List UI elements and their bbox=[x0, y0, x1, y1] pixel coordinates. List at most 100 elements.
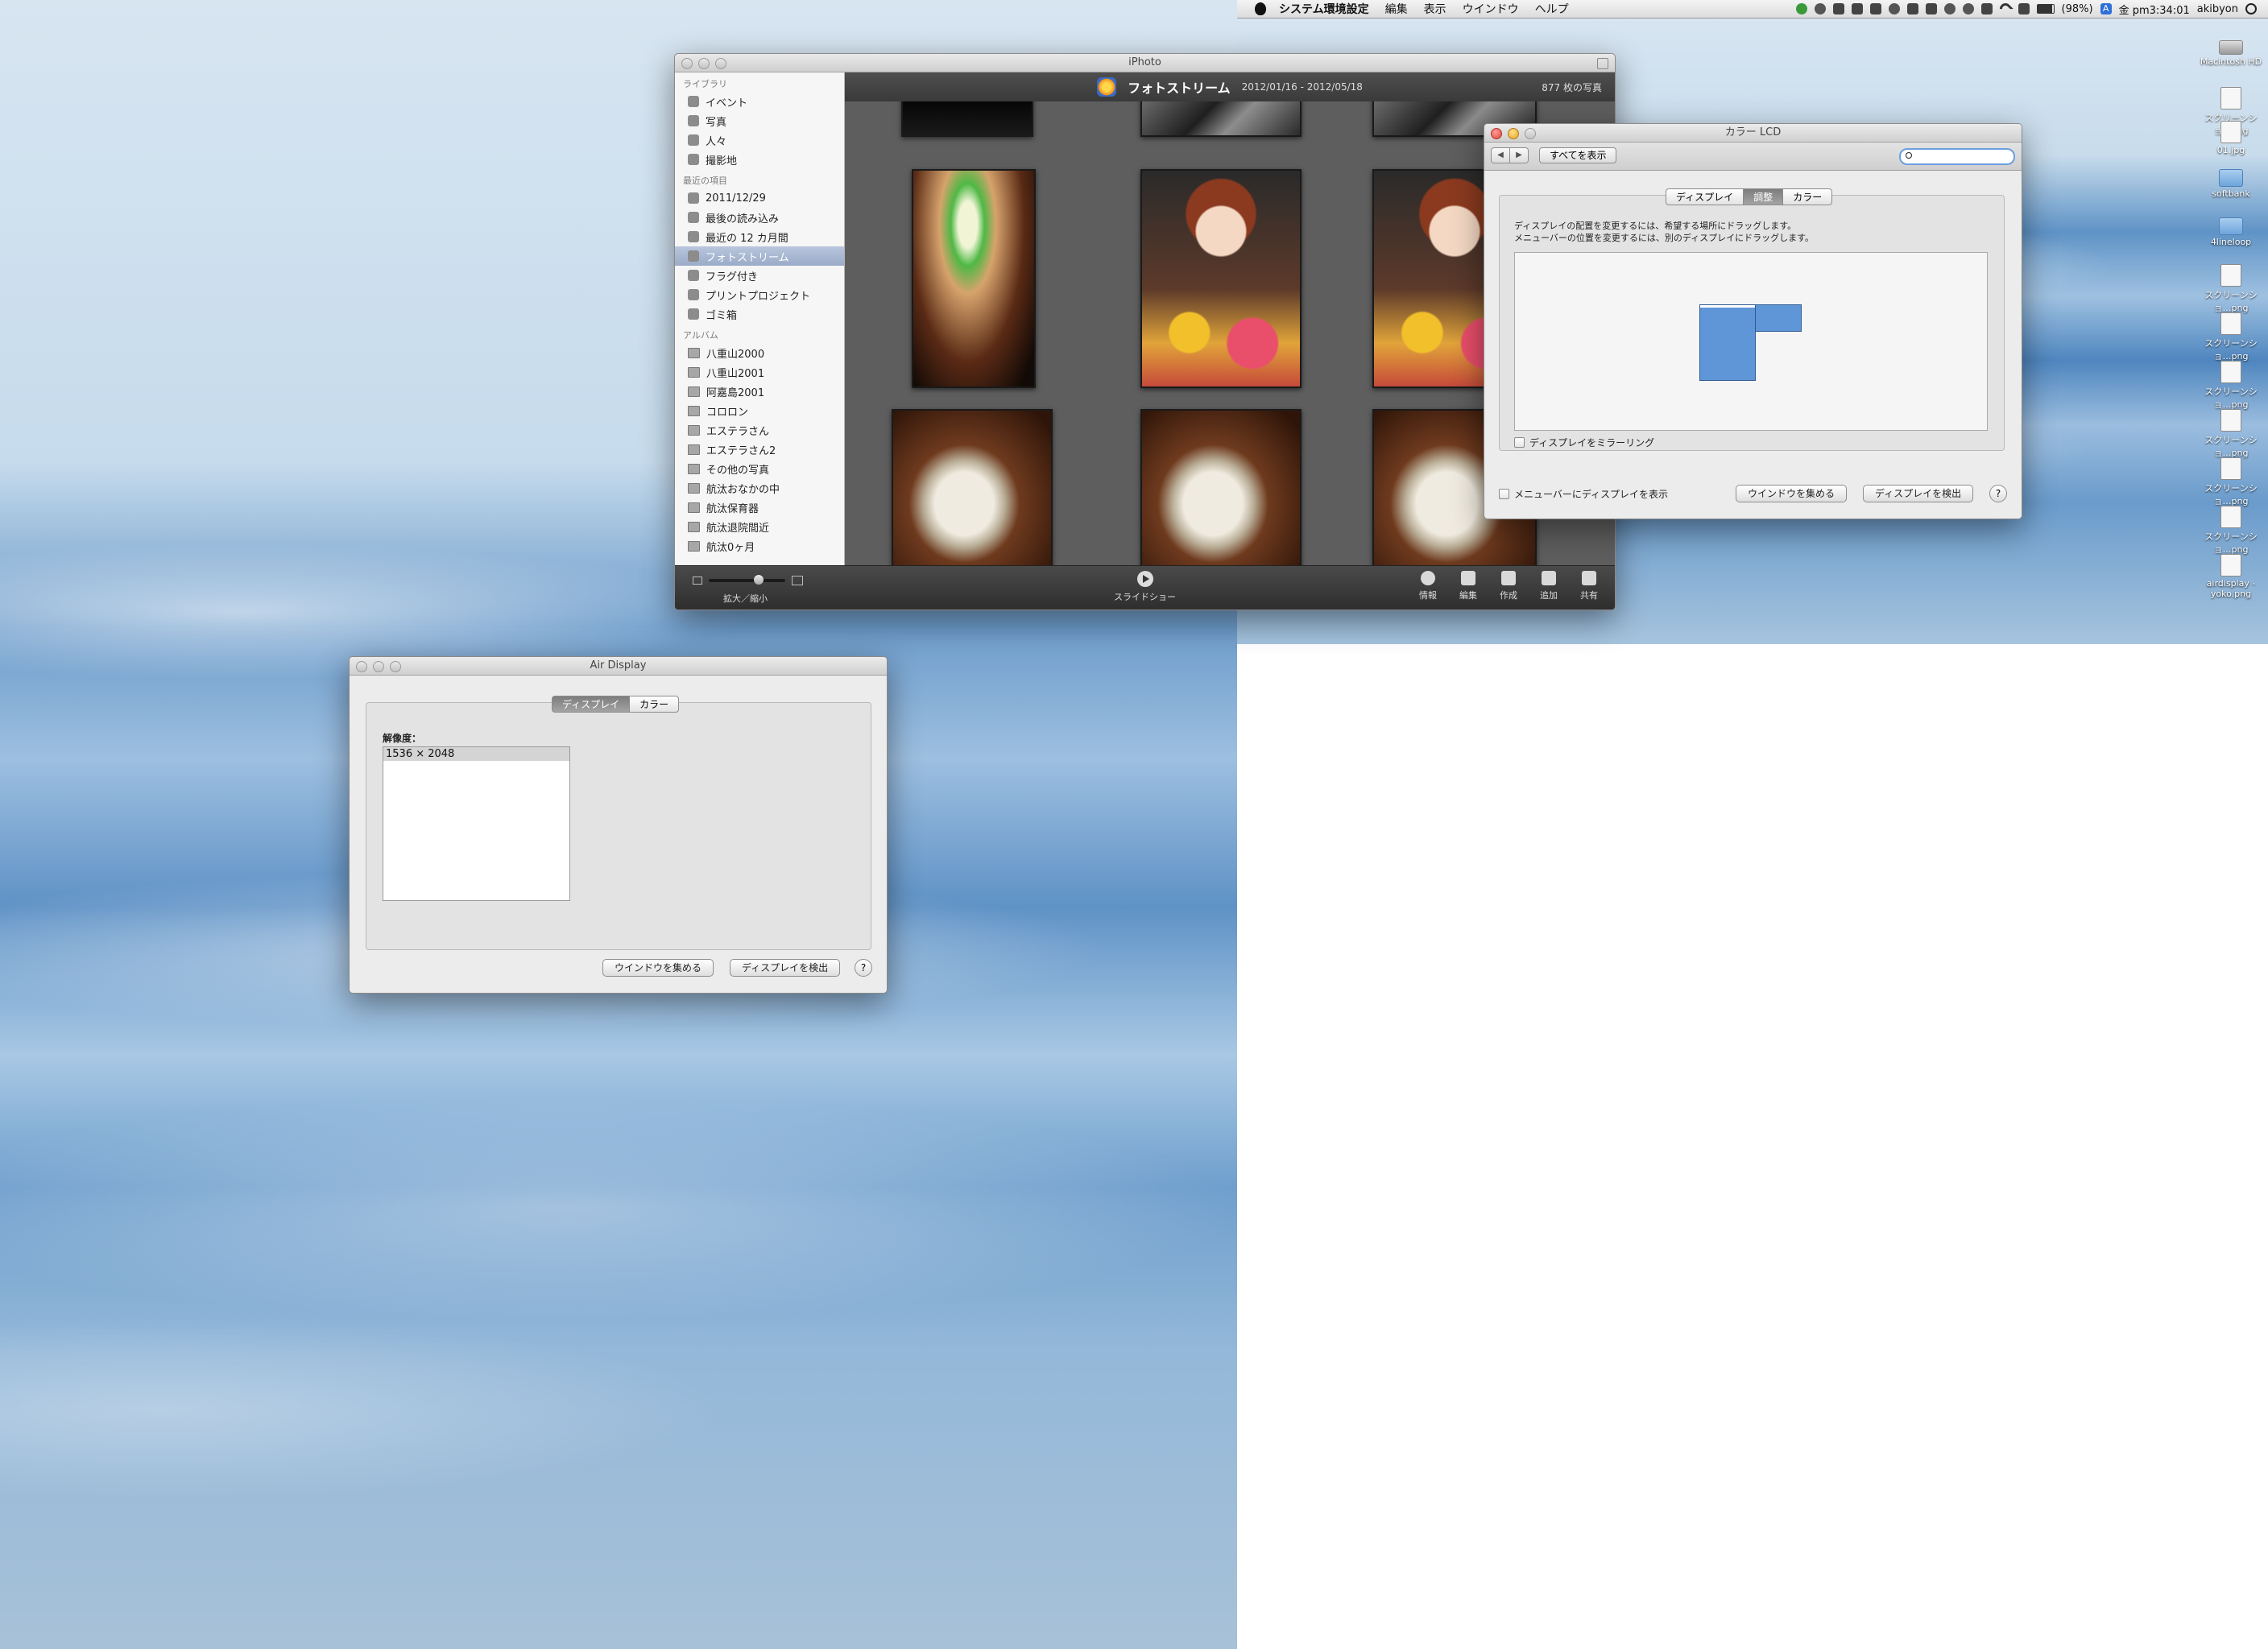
spotlight-icon[interactable] bbox=[2245, 3, 2257, 14]
sidebar-item-album[interactable]: 阿嘉島2001 bbox=[675, 382, 844, 401]
desktop-icon[interactable]: スクリーンショ…png bbox=[2199, 264, 2263, 314]
tab-arrangement[interactable]: 調整 bbox=[1743, 188, 1784, 205]
toolbar-button[interactable]: 編集 bbox=[1457, 571, 1480, 601]
show-all-button[interactable]: すべてを表示 bbox=[1539, 147, 1617, 163]
fullscreen-icon[interactable] bbox=[1597, 58, 1608, 69]
toolbar-button[interactable]: 追加 bbox=[1538, 571, 1560, 601]
sidebar-item-recent[interactable]: 最後の読み込み bbox=[675, 208, 844, 227]
desktop-icon[interactable]: 01.jpg bbox=[2199, 121, 2263, 155]
chat-icon[interactable] bbox=[1943, 3, 1956, 14]
tab-color[interactable]: カラー bbox=[1782, 188, 1833, 205]
desktop-icon[interactable]: スクリーンショ…png bbox=[2199, 457, 2263, 507]
desktop-icon[interactable]: softbank bbox=[2199, 169, 2263, 199]
desktop-icon[interactable]: スクリーンショ…png bbox=[2199, 409, 2263, 459]
minimize-icon[interactable] bbox=[373, 661, 384, 672]
menubar-indicator[interactable] bbox=[1700, 305, 1755, 308]
detect-displays-button[interactable]: ディスプレイを検出 bbox=[730, 959, 841, 977]
minimize-icon[interactable] bbox=[1508, 128, 1519, 139]
desktop-icon[interactable]: 4lineloop bbox=[2199, 217, 2263, 247]
desktop-icon[interactable]: airdisplay -yoko.png bbox=[2199, 554, 2263, 599]
airdisplay-icon[interactable] bbox=[1851, 3, 1863, 14]
time-machine-icon[interactable] bbox=[1962, 3, 1974, 14]
photo-thumbnail[interactable] bbox=[901, 101, 1033, 137]
wifi-icon[interactable] bbox=[1997, 1, 2013, 17]
close-icon[interactable] bbox=[1491, 128, 1502, 139]
help-button[interactable]: ? bbox=[1989, 485, 2007, 502]
detect-displays-button[interactable]: ディスプレイを検出 bbox=[1863, 485, 1974, 502]
minimize-icon[interactable] bbox=[698, 58, 710, 69]
menubar-clock[interactable]: 金 pm3:34:01 bbox=[2119, 2, 2190, 17]
sync-icon[interactable] bbox=[1814, 3, 1826, 14]
tab-display[interactable]: ディスプレイ bbox=[552, 696, 631, 713]
sidebar-item-library[interactable]: 人々 bbox=[675, 130, 844, 150]
sidebar-item-album[interactable]: 航汰保育器 bbox=[675, 498, 844, 517]
sidebar-item-recent[interactable]: 2011/12/29 bbox=[675, 188, 844, 208]
help-button[interactable]: ? bbox=[855, 959, 872, 977]
sidebar-item-library[interactable]: 写真 bbox=[675, 111, 844, 130]
display-thumbnail-main[interactable] bbox=[1699, 304, 1756, 381]
toolbar-button[interactable]: 情報 bbox=[1417, 571, 1439, 601]
volume-icon[interactable] bbox=[2018, 3, 2030, 14]
facebook-icon[interactable] bbox=[1925, 3, 1937, 14]
close-icon[interactable] bbox=[356, 661, 367, 672]
show-menubar-checkbox[interactable] bbox=[1499, 489, 1509, 499]
apple-menu-icon[interactable] bbox=[1255, 2, 1266, 15]
menu-app[interactable]: システム環境設定 bbox=[1279, 1, 1369, 17]
sidebar-item-album[interactable]: 航汰おなかの中 bbox=[675, 478, 844, 498]
sidebar-item-album[interactable]: 航汰0ヶ月 bbox=[675, 536, 844, 556]
sidebar-item-album[interactable]: 八重山2001 bbox=[675, 362, 844, 382]
back-icon[interactable]: ◀ bbox=[1491, 147, 1510, 163]
toolbar-button[interactable]: 共有 bbox=[1578, 571, 1600, 601]
sidebar-item-album[interactable]: エステラさん2 bbox=[675, 440, 844, 459]
forward-icon[interactable]: ▶ bbox=[1510, 147, 1529, 163]
mirror-checkbox[interactable] bbox=[1514, 437, 1525, 448]
desktop-icon[interactable]: スクリーンショ…png bbox=[2199, 506, 2263, 556]
photo-thumbnail[interactable] bbox=[1140, 169, 1302, 388]
status-app-icon[interactable] bbox=[1795, 3, 1807, 14]
sidebar-item-recent[interactable]: フラグ付き bbox=[675, 266, 844, 285]
toolbar-button[interactable]: 作成 bbox=[1497, 571, 1520, 601]
sidebar-item-recent[interactable]: フォトストリーム bbox=[675, 246, 844, 266]
input-method-icon[interactable]: A bbox=[2100, 3, 2112, 14]
desktop-icon[interactable]: Macintosh HD bbox=[2199, 40, 2263, 67]
paw-icon[interactable] bbox=[1888, 3, 1900, 14]
display-thumbnail-laptop[interactable] bbox=[1755, 304, 1802, 332]
menu-view[interactable]: 表示 bbox=[1424, 1, 1446, 17]
menu-edit[interactable]: 編集 bbox=[1385, 1, 1408, 17]
sidebar-item-album[interactable]: 航汰退院間近 bbox=[675, 517, 844, 536]
photo-thumbnail[interactable] bbox=[912, 169, 1036, 388]
sidebar-item-recent[interactable]: 最近の 12 カ月間 bbox=[675, 227, 844, 246]
tools-icon[interactable] bbox=[1906, 3, 1918, 14]
prefs-search-field[interactable] bbox=[1899, 148, 2015, 165]
sidebar-item-album[interactable]: 八重山2000 bbox=[675, 343, 844, 362]
desktop-icon[interactable]: スクリーンショ…png bbox=[2199, 312, 2263, 362]
photo-thumbnail[interactable] bbox=[892, 409, 1053, 565]
tab-display[interactable]: ディスプレイ bbox=[1666, 188, 1744, 205]
photo-thumbnail[interactable] bbox=[1140, 409, 1302, 565]
close-icon[interactable] bbox=[681, 58, 693, 69]
sidebar-item-album[interactable]: コロロン bbox=[675, 401, 844, 420]
zoom-icon[interactable] bbox=[715, 58, 726, 69]
display-icon[interactable] bbox=[1832, 3, 1844, 14]
gather-windows-button[interactable]: ウインドウを集める bbox=[602, 959, 714, 977]
resolution-option[interactable]: 1536 × 2048 bbox=[383, 747, 569, 761]
sidebar-item-recent[interactable]: ゴミ箱 bbox=[675, 304, 844, 324]
headphones-icon[interactable] bbox=[1869, 3, 1881, 14]
battery-icon[interactable] bbox=[2036, 4, 2055, 14]
sidebar-item-library[interactable]: イベント bbox=[675, 92, 844, 111]
bluetooth-icon[interactable] bbox=[1980, 3, 1993, 14]
sidebar-item-album[interactable]: エステラさん bbox=[675, 420, 844, 440]
desktop-icon[interactable]: スクリーンショ…png bbox=[2199, 361, 2263, 411]
sidebar-item-library[interactable]: 撮影地 bbox=[675, 150, 844, 169]
resolution-list[interactable]: 1536 × 2048 bbox=[383, 746, 570, 901]
menubar-user[interactable]: akibyon bbox=[2197, 3, 2238, 15]
tab-color[interactable]: カラー bbox=[629, 696, 680, 713]
zoom-icon[interactable] bbox=[390, 661, 401, 672]
sidebar-item-album[interactable]: その他の写真 bbox=[675, 459, 844, 478]
gather-windows-button[interactable]: ウインドウを集める bbox=[1736, 485, 1848, 502]
photo-thumbnail[interactable] bbox=[1140, 101, 1302, 137]
iphoto-titlebar[interactable]: iPhoto bbox=[675, 54, 1615, 72]
zoom-icon[interactable] bbox=[1525, 128, 1536, 139]
sidebar-item-recent[interactable]: プリントプロジェクト bbox=[675, 285, 844, 304]
color-lcd-titlebar[interactable]: カラー LCD bbox=[1484, 124, 2022, 143]
